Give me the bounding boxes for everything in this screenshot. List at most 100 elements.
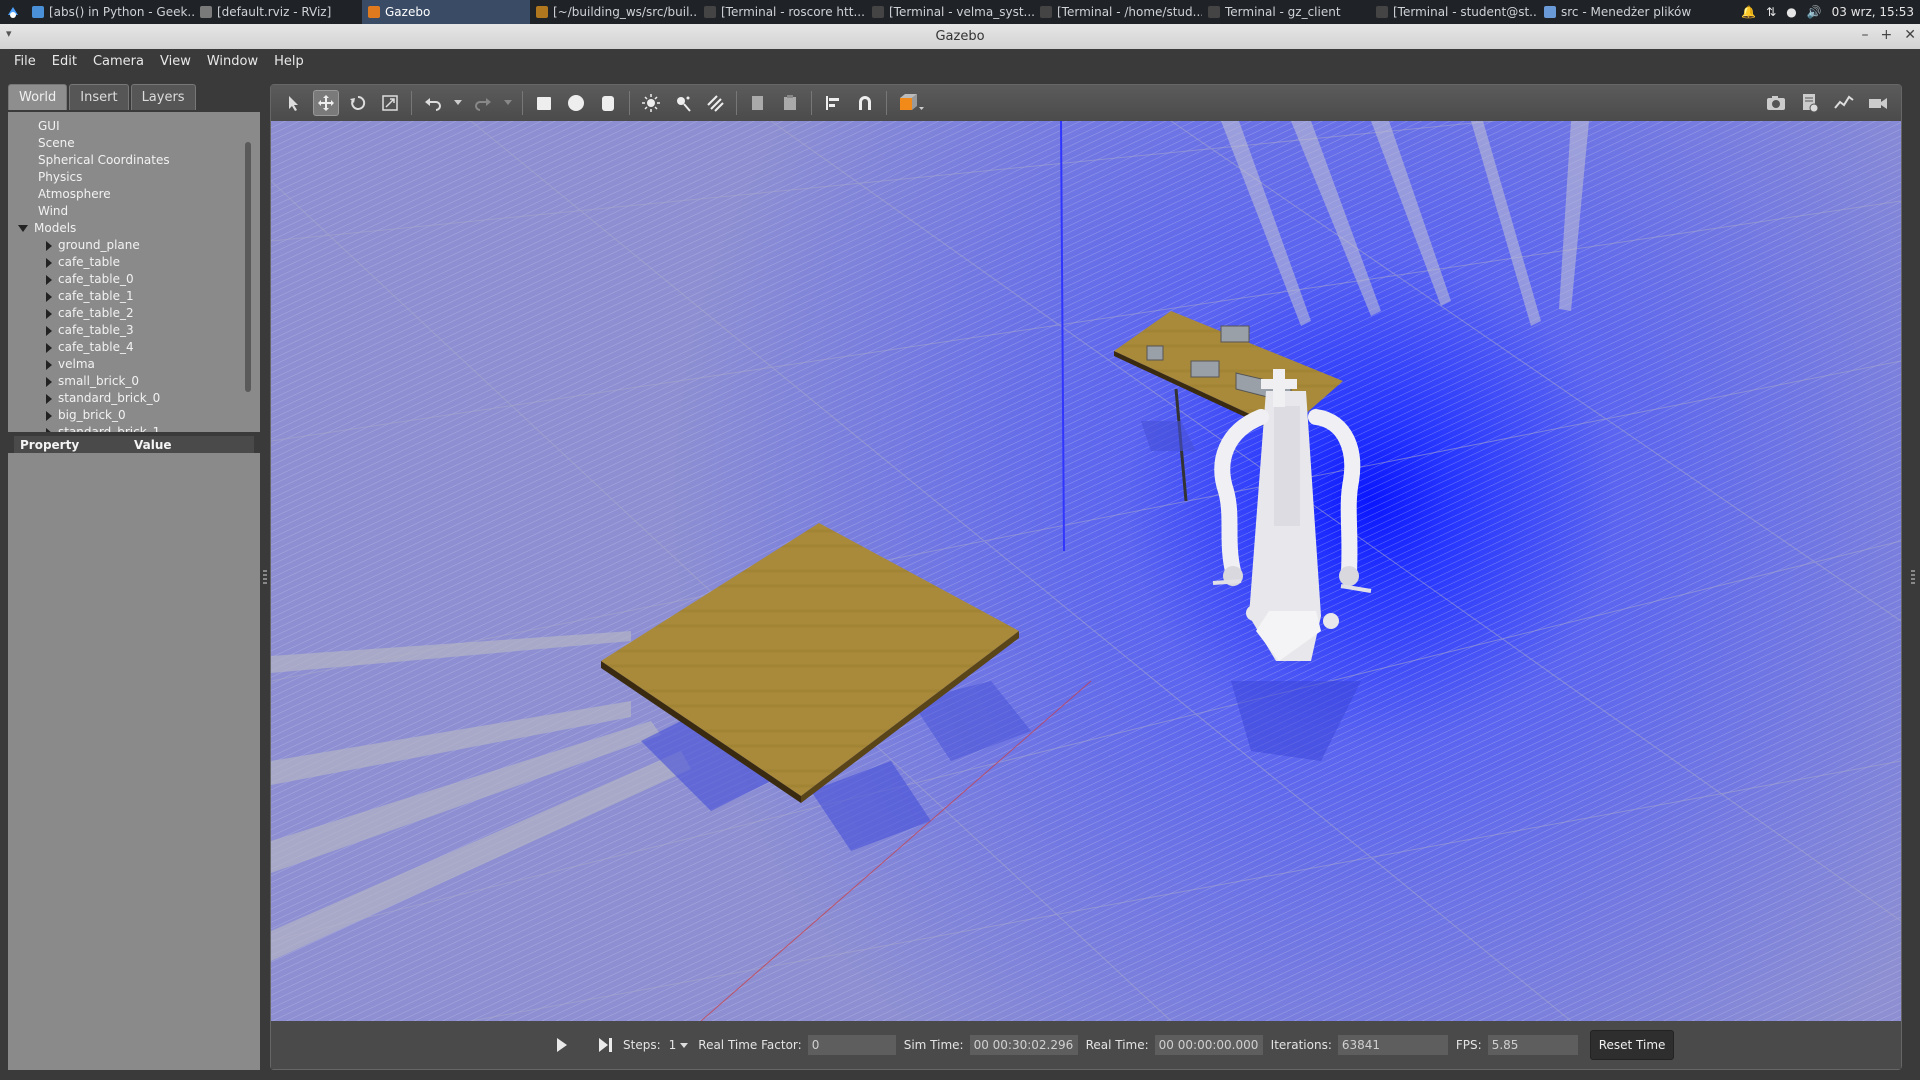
splitter-handle-right[interactable] (1911, 570, 1915, 586)
taskbar-task[interactable]: [abs() in Python - Geek... (26, 0, 194, 24)
tab-layers[interactable]: Layers (130, 84, 196, 110)
tree-item-gui[interactable]: GUI (8, 118, 260, 135)
network-icon[interactable]: ⇅ (1766, 5, 1776, 19)
window-menu-icon[interactable]: ▾ (6, 27, 12, 40)
expand-arrow-icon[interactable] (46, 308, 52, 319)
taskbar-task[interactable]: [Terminal - /home/stud... (1034, 0, 1202, 24)
view-angle-icon[interactable] (895, 90, 927, 116)
close-icon[interactable]: ✕ (1904, 27, 1916, 43)
record-video-icon[interactable] (1865, 90, 1891, 116)
point-light-icon[interactable] (638, 90, 664, 116)
tree-item-model[interactable]: big_brick_0 (8, 407, 260, 424)
screenshot-icon[interactable] (1763, 90, 1789, 116)
updates-icon[interactable]: ● (1786, 5, 1796, 19)
tree-item-atmosphere[interactable]: Atmosphere (8, 186, 260, 203)
scale-icon[interactable] (377, 90, 403, 116)
menu-view[interactable]: View (152, 54, 199, 69)
value-column-header[interactable]: Value (134, 438, 172, 452)
paste-icon[interactable] (777, 90, 803, 116)
redo-icon[interactable] (470, 90, 496, 116)
tree-item-model[interactable]: ground_plane (8, 237, 260, 254)
expand-arrow-icon[interactable] (46, 257, 52, 268)
tab-world[interactable]: World (8, 84, 68, 110)
expand-arrow-icon[interactable] (46, 393, 52, 404)
tab-insert[interactable]: Insert (69, 84, 129, 110)
spot-light-icon[interactable] (670, 90, 696, 116)
tree-item-model[interactable]: cafe_table (8, 254, 260, 271)
tree-scrollbar[interactable] (245, 142, 251, 392)
tree-item-model[interactable]: small_brick_0 (8, 373, 260, 390)
tree-item-wind[interactable]: Wind (8, 203, 260, 220)
start-menu-icon[interactable] (0, 0, 26, 24)
small-brick[interactable] (1146, 345, 1164, 361)
menu-edit[interactable]: Edit (44, 54, 85, 69)
3d-scene-viewport[interactable] (271, 121, 1901, 1021)
expand-arrow-icon[interactable] (46, 325, 52, 336)
standard-brick[interactable] (1190, 360, 1220, 378)
taskbar-task[interactable]: [Terminal - velma_syst... (866, 0, 1034, 24)
cylinder-shape-icon[interactable] (595, 90, 621, 116)
play-icon[interactable] (555, 1037, 569, 1053)
redo-dropdown-icon[interactable] (502, 90, 514, 116)
rotate-icon[interactable] (345, 90, 371, 116)
expand-arrow-icon[interactable] (46, 376, 52, 387)
splitter-handle[interactable] (263, 570, 267, 586)
expand-arrow-icon[interactable] (46, 240, 52, 251)
tree-item-scene[interactable]: Scene (8, 135, 260, 152)
tree-item-spherical-coordinates[interactable]: Spherical Coordinates (8, 152, 260, 169)
taskbar-task[interactable]: [default.rviz - RViz] (194, 0, 362, 24)
task-label: Gazebo (385, 5, 431, 19)
undo-icon[interactable] (420, 90, 446, 116)
app-icon (1040, 6, 1052, 18)
expand-arrow-icon[interactable] (46, 342, 52, 353)
taskbar-task[interactable]: [Terminal - roscore htt... (698, 0, 866, 24)
taskbar-task[interactable]: [~/building_ws/src/buil... (530, 0, 698, 24)
step-icon[interactable] (595, 1037, 615, 1053)
log-icon[interactable] (1797, 90, 1823, 116)
clock[interactable]: 03 wrz, 15:53 (1832, 5, 1914, 19)
maximize-icon[interactable]: + (1881, 27, 1893, 43)
expand-arrow-icon[interactable] (46, 359, 52, 370)
expand-arrow-icon[interactable] (46, 427, 52, 432)
tree-item-model[interactable]: cafe_table_3 (8, 322, 260, 339)
steps-spinbox[interactable]: 1 (669, 1038, 689, 1052)
expand-arrow-icon[interactable] (18, 225, 28, 232)
taskbar-task[interactable]: Terminal - gz_client (1202, 0, 1370, 24)
tree-item-model[interactable]: cafe_table_0 (8, 271, 260, 288)
undo-dropdown-icon[interactable] (452, 90, 464, 116)
translate-icon[interactable] (313, 90, 339, 116)
tree-item-models[interactable]: Models (8, 220, 260, 237)
copy-icon[interactable] (745, 90, 771, 116)
tree-item-physics[interactable]: Physics (8, 169, 260, 186)
magnet-snap-icon[interactable] (852, 90, 878, 116)
tree-item-model[interactable]: standard_brick_1 (8, 424, 260, 432)
expand-arrow-icon[interactable] (46, 291, 52, 302)
menu-camera[interactable]: Camera (85, 54, 152, 69)
directional-light-icon[interactable] (702, 90, 728, 116)
select-arrow-icon[interactable] (281, 90, 307, 116)
tree-item-model[interactable]: cafe_table_2 (8, 305, 260, 322)
plot-icon[interactable] (1831, 90, 1857, 116)
tree-item-model[interactable]: cafe_table_4 (8, 339, 260, 356)
expand-arrow-icon[interactable] (46, 274, 52, 285)
menu-help[interactable]: Help (266, 54, 312, 69)
reset-time-button[interactable]: Reset Time (1589, 1030, 1675, 1060)
tree-item-model[interactable]: standard_brick_0 (8, 390, 260, 407)
notification-bell-icon[interactable]: 🔔 (1741, 5, 1756, 19)
tree-item-model[interactable]: velma (8, 356, 260, 373)
tree-item-model[interactable]: cafe_table_1 (8, 288, 260, 305)
taskbar-task[interactable]: src - Menedżer plików (1538, 0, 1706, 24)
sphere-shape-icon[interactable] (563, 90, 589, 116)
taskbar-task[interactable]: [Terminal - student@st... (1370, 0, 1538, 24)
box-shape-icon[interactable] (531, 90, 557, 116)
property-column-header[interactable]: Property (14, 438, 134, 452)
menu-file[interactable]: File (6, 54, 44, 69)
menu-window[interactable]: Window (199, 54, 266, 69)
taskbar-task[interactable]: Gazebo (362, 0, 530, 24)
standard-brick[interactable] (1220, 325, 1250, 343)
volume-icon[interactable]: 🔊 (1807, 5, 1822, 19)
align-icon[interactable] (820, 90, 846, 116)
expand-arrow-icon[interactable] (46, 410, 52, 421)
chevron-down-icon[interactable] (680, 1038, 689, 1052)
minimize-icon[interactable]: – (1862, 27, 1869, 43)
